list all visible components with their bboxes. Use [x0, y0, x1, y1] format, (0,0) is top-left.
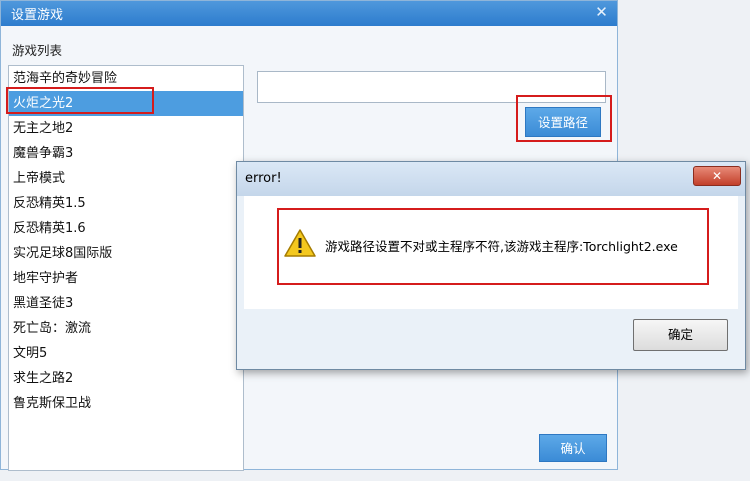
game-list-item[interactable]: 反恐精英1.5	[9, 191, 243, 216]
confirm-button[interactable]: 确认	[539, 434, 607, 462]
error-close-icon[interactable]: ✕	[693, 166, 741, 186]
selected-game-highlight	[6, 87, 154, 114]
set-path-highlight	[516, 95, 612, 142]
game-list-item[interactable]: 反恐精英1.6	[9, 216, 243, 241]
game-list-item[interactable]: 文明5	[9, 341, 243, 366]
game-list-item[interactable]: 求生之路2	[9, 366, 243, 391]
game-list-item[interactable]: 魔兽争霸3	[9, 141, 243, 166]
error-message-highlight	[277, 208, 709, 285]
game-list-label: 游戏列表	[12, 43, 63, 58]
game-list-item[interactable]: 实况足球8国际版	[9, 241, 243, 266]
error-title-bar[interactable]: error! ✕	[237, 162, 745, 196]
game-list[interactable]: 范海辛的奇妙冒险 火炬之光2 无主之地2 魔兽争霸3 上帝模式 反恐精英1.5 反恐精英1.…	[8, 65, 244, 471]
close-icon[interactable]: ✕	[592, 3, 611, 22]
error-title: error!	[245, 171, 282, 186]
game-list-item[interactable]: 地牢守护者	[9, 266, 243, 291]
window-title: 设置游戏	[11, 8, 64, 23]
game-list-item[interactable]: 黑道圣徒3	[9, 291, 243, 316]
game-list-item[interactable]: 鲁克斯保卫战	[9, 391, 243, 416]
game-list-item[interactable]: 上帝模式	[9, 166, 243, 191]
title-bar[interactable]: 设置游戏 ✕	[1, 1, 617, 26]
game-list-item[interactable]: 死亡岛：激流	[9, 316, 243, 341]
ok-button[interactable]: 确定	[633, 319, 728, 351]
game-list-item[interactable]: 无主之地2	[9, 116, 243, 141]
